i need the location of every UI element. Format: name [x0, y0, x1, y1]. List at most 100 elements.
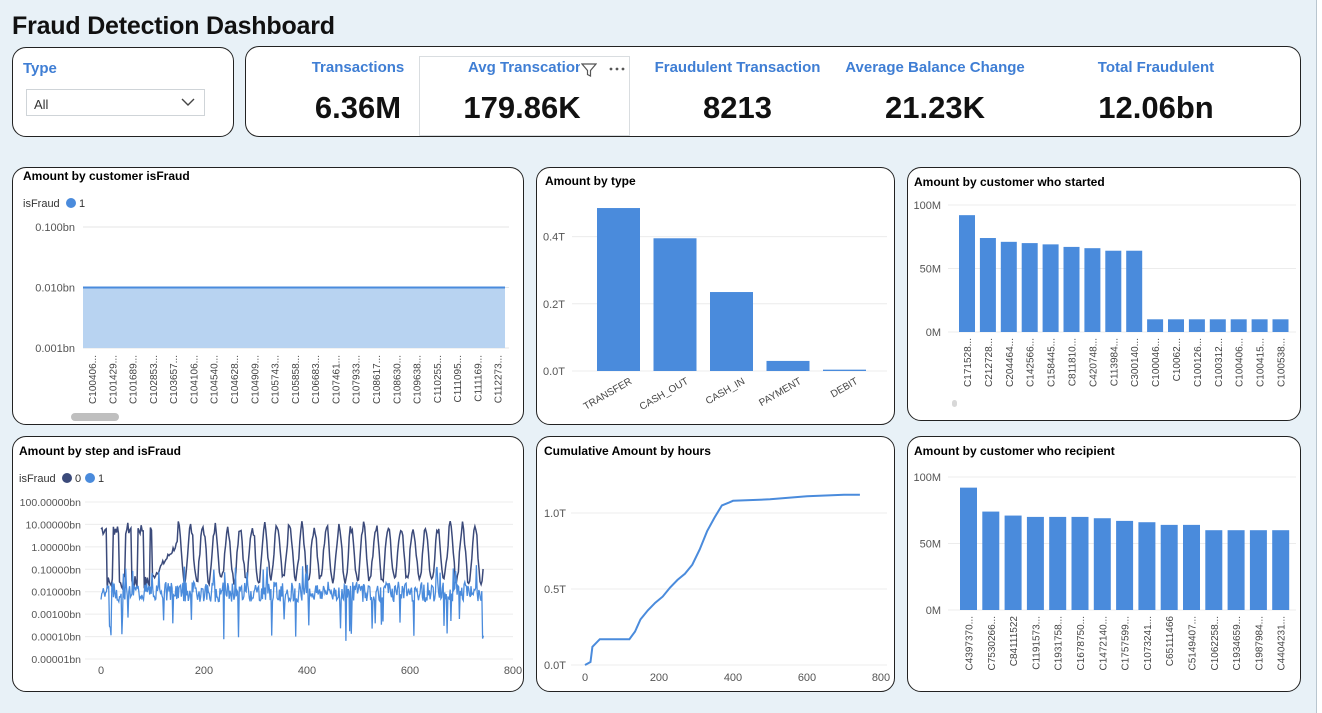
x-tick-label: 200 [195, 665, 213, 677]
x-tick-label: C102853... [149, 355, 160, 404]
x-tick-label: C104909... [250, 355, 261, 404]
x-tick-label: C1062258... [1210, 616, 1221, 671]
x-tick-label: C10062... [1172, 338, 1183, 381]
bar [1168, 319, 1184, 332]
x-tick-label: PAYMENT [757, 376, 803, 409]
kpi-label: Avg Transcation [468, 59, 580, 76]
kpi-avg-transaction[interactable]: Avg Transcation 179.86K [458, 59, 586, 126]
x-tick-label: C104106... [189, 355, 200, 404]
bar [982, 511, 1000, 610]
series-line-1 [100, 564, 485, 641]
x-tick-label: C1934659... [1232, 616, 1243, 671]
x-tick-label: 800 [504, 665, 522, 677]
x-tick-label: 0 [582, 672, 588, 684]
x-tick-label: C100538... [1277, 338, 1288, 387]
x-tick-label: C104628... [230, 355, 241, 404]
series-line [584, 493, 860, 666]
x-tick-label: C100046... [1151, 338, 1162, 387]
x-tick-label: C108630... [392, 355, 403, 404]
x-tick-label: 800 [872, 672, 890, 684]
x-tick-label: C142566... [1026, 338, 1037, 387]
kpi-average-balance-change[interactable]: Average Balance Change 21.23K [844, 59, 1026, 126]
x-tick-label: 200 [650, 672, 668, 684]
x-tick-label: C1987984... [1254, 616, 1265, 671]
x-tick-label: C7530266... [987, 616, 998, 671]
scrollbar-thumb[interactable] [952, 400, 957, 407]
x-tick-label: C1931758... [1054, 616, 1065, 671]
x-tick-label: C107461... [331, 355, 342, 404]
x-tick-label: C111169... [473, 355, 484, 402]
x-tick-label: C1472140... [1098, 616, 1109, 671]
bar [1000, 241, 1017, 332]
kpi-value: 8213 [703, 90, 772, 125]
x-tick-label: C1073241... [1143, 616, 1154, 671]
y-tick-label: 0.5T [544, 584, 566, 596]
kpi-card: Transactions 6.36M Avg Transcation 179.8… [245, 46, 1301, 137]
bar [1071, 516, 1089, 610]
chart-title: Amount by customer isFraud [23, 169, 190, 183]
x-tick-label: C1191573... [1031, 616, 1042, 670]
type-dropdown[interactable]: All [26, 89, 205, 116]
chart-canvas: Cumulative Amount by hours 1.0T 0.5T 0.0T 0… [544, 444, 890, 684]
y-tick-label: 0.0T [544, 660, 566, 672]
kpi-transactions[interactable]: Transactions 6.36M [298, 59, 418, 126]
chart-amount-by-step-isfraud[interactable]: Amount by step and isFraud isFraud 0 1 1… [12, 436, 524, 692]
x-tick-label: C300140... [1130, 338, 1141, 387]
bar [1188, 319, 1205, 332]
area-fill [83, 287, 505, 348]
x-tick-label: 400 [724, 672, 742, 684]
x-tick-label: C100406... [88, 355, 99, 404]
more-options-icon[interactable] [608, 66, 626, 72]
legend-marker [85, 473, 95, 483]
kpi-value: 179.86K [463, 90, 581, 125]
bar [1004, 515, 1022, 610]
y-tick-label: 0.01000bn [31, 587, 81, 599]
chevron-down-icon [181, 98, 195, 106]
bar [1230, 319, 1247, 332]
x-tick-label: C106683... [311, 355, 322, 404]
y-tick-label: 0M [926, 605, 941, 617]
legend-title: isFraud [19, 473, 56, 485]
x-tick-label: C108617... [372, 355, 383, 404]
legend-item: 1 [79, 198, 85, 210]
y-tick-label: 0.0T [543, 366, 565, 378]
bar [710, 292, 753, 371]
x-tick-label: DEBIT [829, 376, 860, 400]
chart-amount-by-customer-started[interactable]: Amount by customer who started 100M 50M 0M… [907, 167, 1301, 421]
x-tick-label: C113984... [1109, 338, 1120, 386]
x-tick-label: C4397370... [965, 616, 976, 671]
y-tick-label: 0.00001bn [31, 654, 81, 666]
legend-item: 0 [75, 473, 81, 485]
x-tick-label: C4404231... [1277, 616, 1288, 671]
bar [766, 360, 810, 371]
x-tick-label: C204464... [1005, 338, 1016, 387]
y-tick-label: 50M [920, 539, 941, 551]
bar [1251, 319, 1268, 332]
window-edge [1316, 0, 1322, 713]
bar [1272, 319, 1289, 332]
y-tick-label: 100M [913, 200, 941, 212]
bar [1138, 522, 1156, 610]
legend-item: 1 [98, 473, 104, 485]
chart-amount-by-customer-recipient[interactable]: Amount by customer who recipient 100M 50M… [907, 436, 1301, 692]
chart-title: Amount by type [545, 174, 636, 188]
kpi-total-fraudulent[interactable]: Total Fraudulent 12.06bn [1086, 59, 1226, 126]
chart-amount-by-customer-isfraud[interactable]: Amount by customer isFraud isFraud 1 0.1… [12, 167, 524, 425]
filter-icon[interactable] [581, 62, 597, 78]
kpi-label: Average Balance Change [845, 59, 1025, 76]
x-tick-label: C104540... [210, 355, 221, 404]
y-tick-label: 100M [913, 472, 941, 484]
bar [1049, 516, 1067, 610]
bar [1160, 524, 1178, 610]
kpi-value: 21.23K [885, 90, 985, 125]
y-tick-label: 1.0T [544, 508, 566, 520]
legend-marker [66, 198, 76, 208]
x-tick-label: C100415... [1256, 338, 1267, 387]
bar [653, 238, 697, 371]
chart-cumulative-amount-by-hours[interactable]: Cumulative Amount by hours 1.0T 0.5T 0.0T 0… [536, 436, 895, 692]
kpi-fraudulent-transaction[interactable]: Fraudulent Transaction 8213 [650, 59, 825, 126]
scrollbar-thumb[interactable] [71, 413, 119, 421]
y-tick-label: 50M [920, 264, 941, 276]
chart-amount-by-type[interactable]: Amount by type 0.4T 0.2T 0.0T TRANSFER CASH_… [536, 167, 895, 425]
x-tick-label: C107933... [352, 355, 363, 404]
